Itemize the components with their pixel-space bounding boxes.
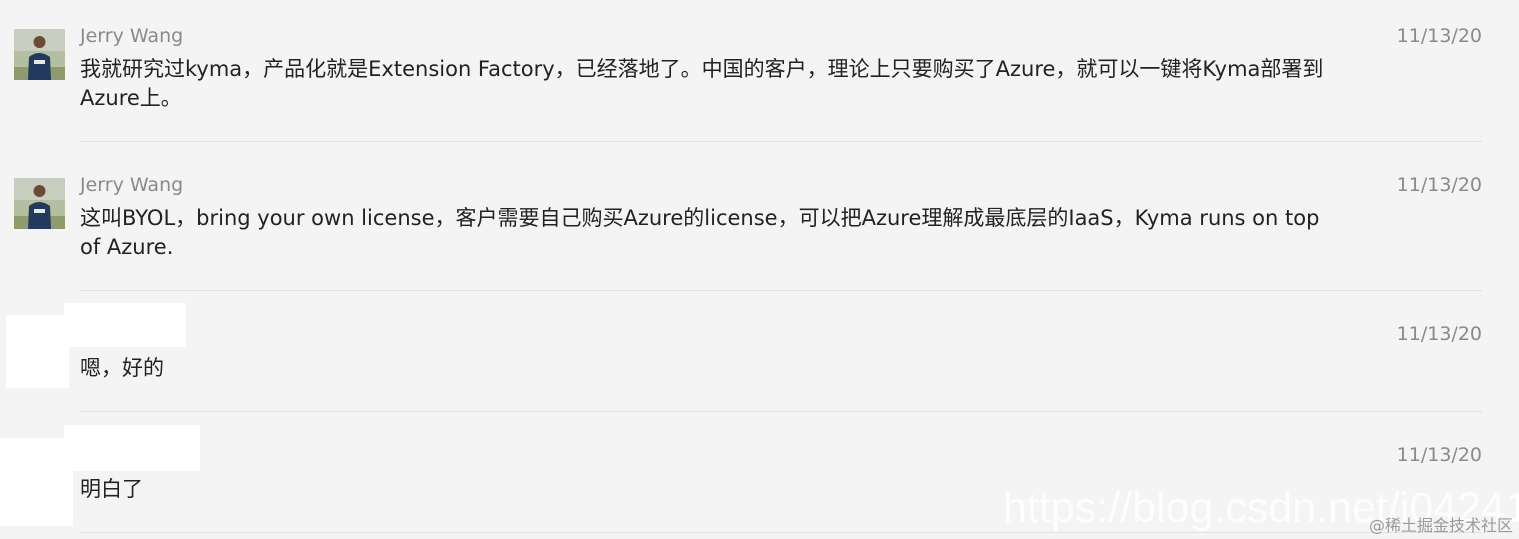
message-timestamp: 11/13/20 bbox=[1396, 174, 1482, 196]
redacted-avatar bbox=[0, 438, 73, 526]
message-text: 嗯，好的 bbox=[80, 356, 164, 380]
user-avatar[interactable] bbox=[14, 178, 65, 229]
message-divider bbox=[80, 290, 1482, 291]
message-divider bbox=[80, 141, 1482, 142]
site-watermark: @稀土掘金技术社区 bbox=[1368, 516, 1513, 535]
redacted-sender-name bbox=[64, 425, 200, 471]
message-timestamp: 11/13/20 bbox=[1396, 323, 1482, 345]
message-timestamp: 11/13/20 bbox=[1396, 25, 1482, 47]
sender-name: Jerry Wang bbox=[80, 174, 184, 196]
person-photo-icon bbox=[14, 178, 65, 229]
message-timestamp: 11/13/20 bbox=[1396, 444, 1482, 466]
user-avatar[interactable] bbox=[14, 29, 65, 80]
person-photo-icon bbox=[14, 29, 65, 80]
redacted-sender-name bbox=[64, 303, 186, 347]
message-divider bbox=[80, 411, 1482, 412]
message-text: 这叫BYOL，bring your own license，客户需要自己购买Az… bbox=[80, 206, 1320, 259]
sender-name: Jerry Wang bbox=[80, 25, 184, 47]
chat-conversation: Jerry Wang 11/13/20 我就研究过kyma，产品化就是Exten… bbox=[0, 0, 1519, 539]
message-text: 我就研究过kyma，产品化就是Extension Factory，已经落地了。中… bbox=[80, 57, 1324, 110]
redacted-avatar bbox=[6, 315, 69, 388]
